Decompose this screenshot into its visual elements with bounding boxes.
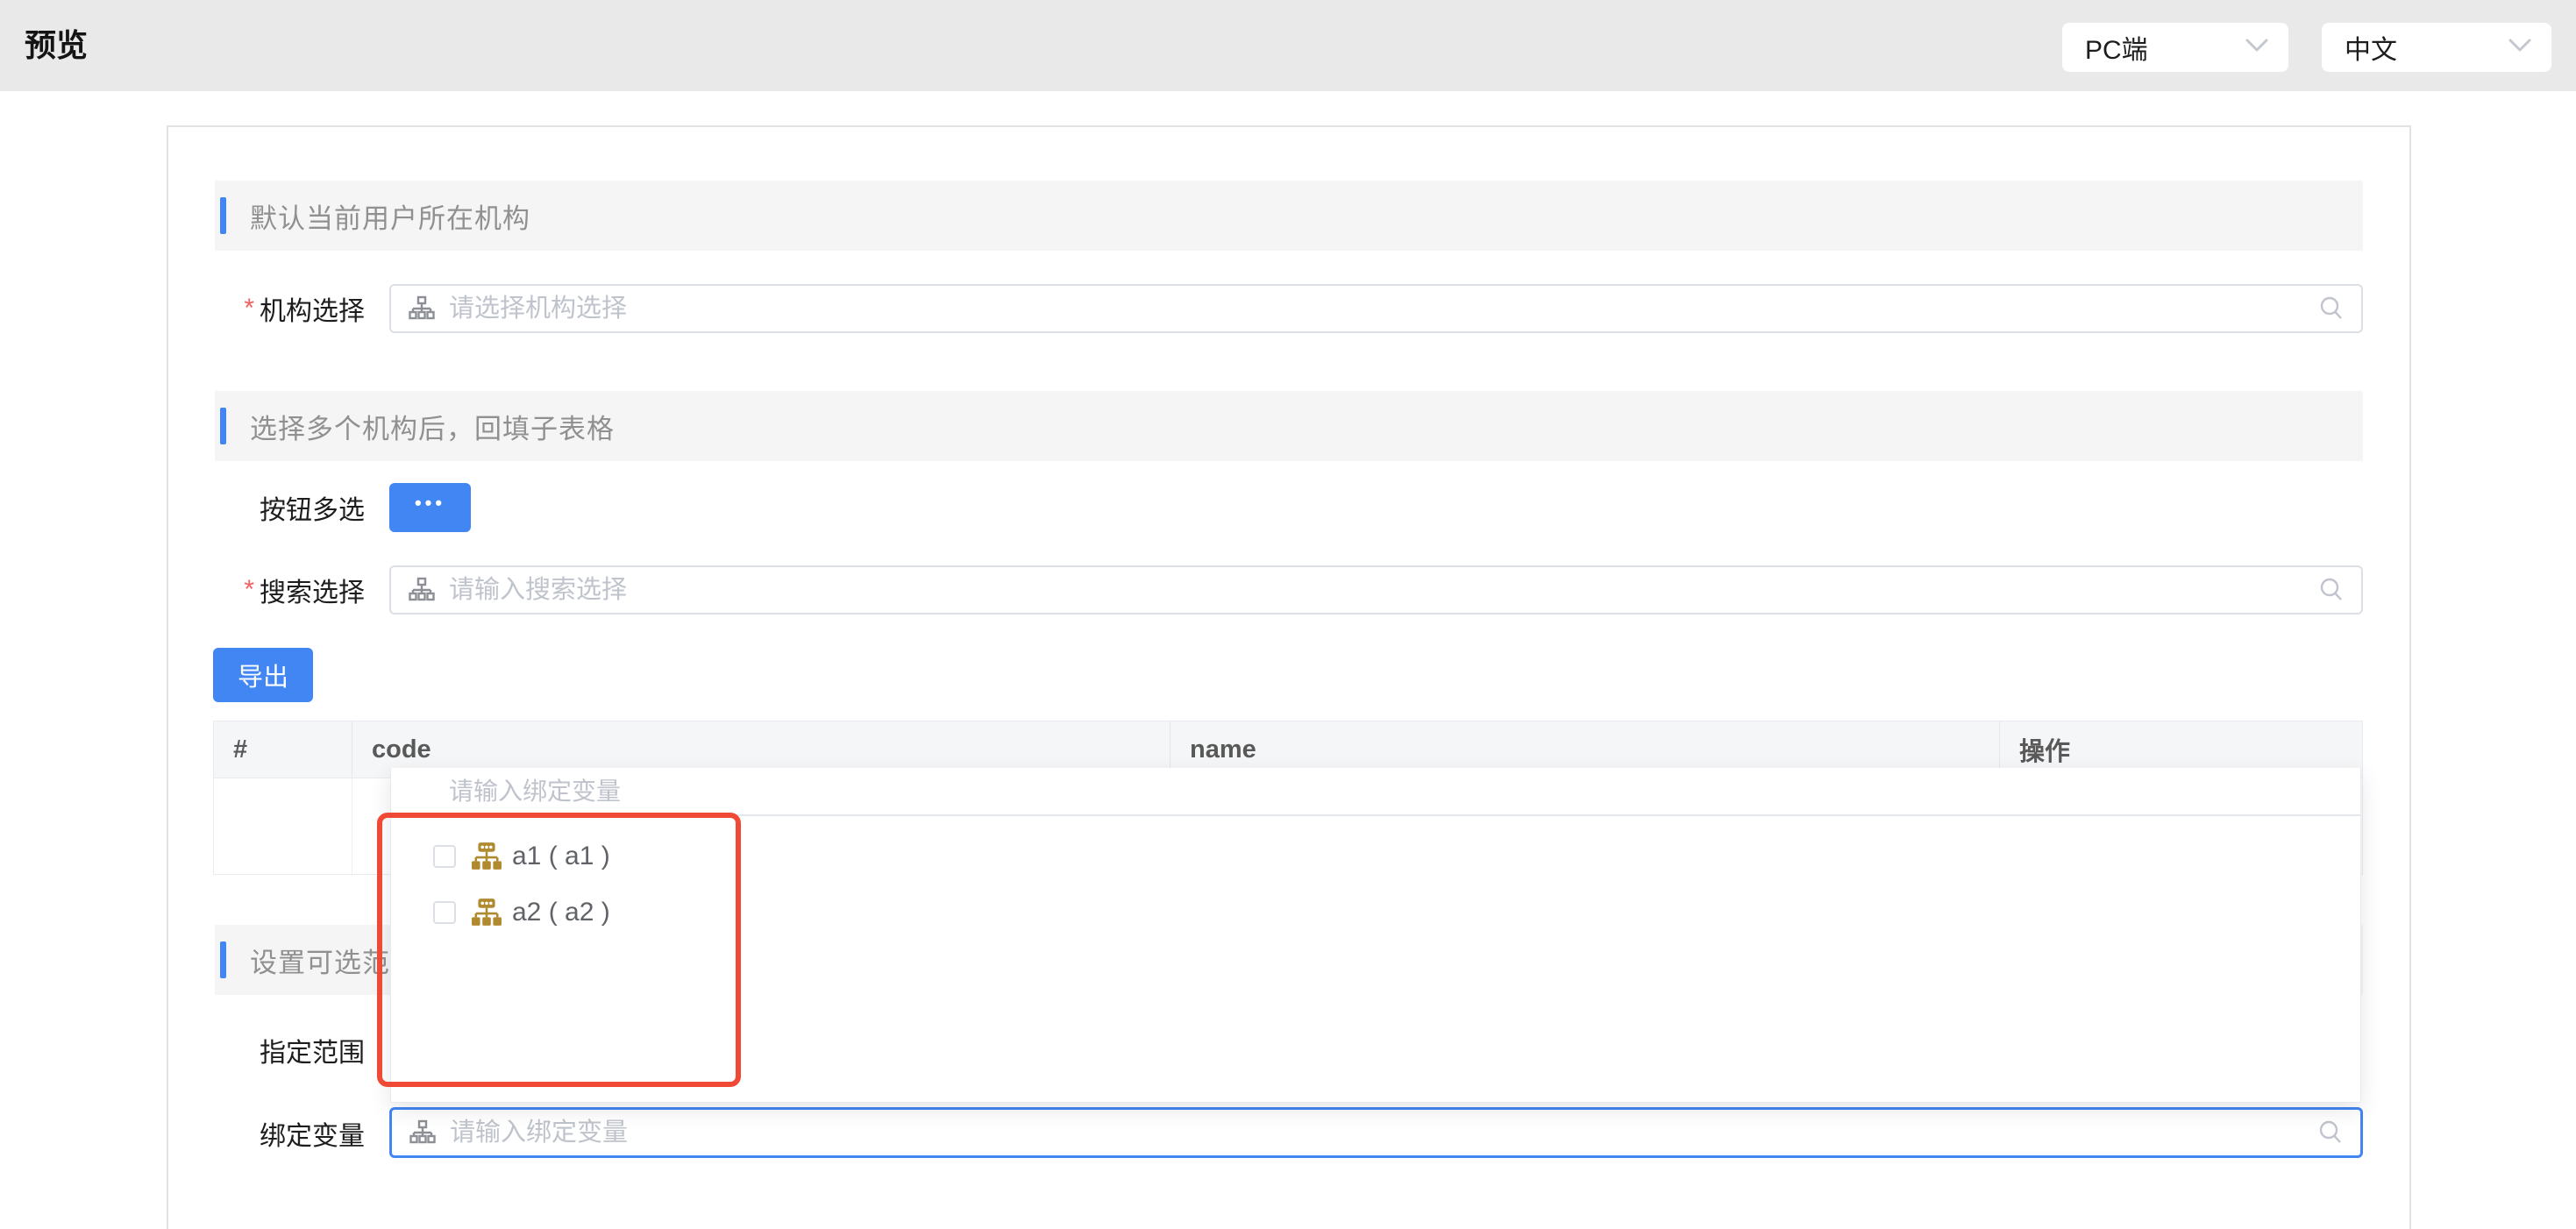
tree-item-label: a1 ( a1 ) bbox=[512, 842, 610, 871]
org-tree: a1 ( a1 ) a2 ( a2 ) bbox=[391, 816, 2360, 935]
chevron-down-icon bbox=[2245, 38, 2269, 58]
required-asterisk: * bbox=[244, 295, 254, 322]
sitemap-outline-icon bbox=[409, 295, 435, 322]
button-multi-label: 按钮多选 bbox=[215, 483, 365, 532]
section-accent-bar bbox=[220, 197, 226, 234]
org-select-label: * 机构选择 bbox=[215, 284, 365, 333]
dropdown-search-row[interactable] bbox=[391, 768, 2360, 814]
search-select-input[interactable] bbox=[449, 567, 2309, 613]
search-select-label: * 搜索选择 bbox=[215, 565, 365, 614]
section-title: 选择多个机构后，回填子表格 bbox=[250, 407, 615, 446]
language-select-value: 中文 bbox=[2345, 28, 2508, 67]
checkbox[interactable] bbox=[433, 901, 456, 924]
dropdown-search-input[interactable] bbox=[449, 778, 1596, 806]
export-button[interactable]: 导出 bbox=[213, 648, 313, 702]
page-title: 预览 bbox=[25, 0, 88, 91]
sitemap-outline-icon bbox=[409, 577, 435, 603]
section-header-default-org: 默认当前用户所在机构 bbox=[215, 181, 2363, 251]
bind-variable-field[interactable] bbox=[389, 1107, 2363, 1158]
section-accent-bar bbox=[220, 408, 226, 444]
checkbox[interactable] bbox=[433, 845, 456, 868]
device-select-value: PC端 bbox=[2085, 28, 2245, 67]
table-header-index: # bbox=[214, 721, 352, 778]
search-icon bbox=[2317, 295, 2345, 323]
sitemap-outline-icon bbox=[409, 1119, 436, 1146]
bind-variable-input[interactable] bbox=[450, 1110, 2308, 1155]
required-asterisk: * bbox=[244, 577, 254, 603]
bind-variable-label: 绑定变量 bbox=[215, 1108, 365, 1159]
device-select[interactable]: PC端 bbox=[2062, 23, 2288, 72]
org-select-field[interactable] bbox=[389, 284, 2363, 333]
section-header-multi-org: 选择多个机构后，回填子表格 bbox=[215, 391, 2363, 461]
scope-label: 指定范围 bbox=[215, 1026, 365, 1075]
sitemap-filled-icon bbox=[472, 899, 502, 927]
org-select-input[interactable] bbox=[449, 286, 2309, 331]
tree-item-label: a2 ( a2 ) bbox=[512, 898, 610, 927]
language-select[interactable]: 中文 bbox=[2322, 23, 2551, 72]
tree-item-a1[interactable]: a1 ( a1 ) bbox=[433, 834, 2360, 879]
search-select-field[interactable] bbox=[389, 565, 2363, 614]
search-icon bbox=[2317, 576, 2345, 604]
tree-item-a2[interactable]: a2 ( a2 ) bbox=[433, 890, 2360, 935]
org-tree-dropdown-panel: a1 ( a1 ) a2 ( a2 ) bbox=[390, 768, 2361, 1103]
sitemap-filled-icon bbox=[472, 842, 502, 870]
chevron-down-icon bbox=[2508, 38, 2532, 58]
section-accent-bar bbox=[220, 941, 226, 978]
org-picker-ellipsis-button[interactable]: ••• bbox=[389, 483, 471, 532]
search-icon bbox=[2316, 1119, 2345, 1147]
section-title: 默认当前用户所在机构 bbox=[250, 196, 530, 236]
ellipsis-icon: ••• bbox=[415, 494, 445, 513]
top-header-bar: 预览 PC端 中文 bbox=[0, 0, 2576, 91]
